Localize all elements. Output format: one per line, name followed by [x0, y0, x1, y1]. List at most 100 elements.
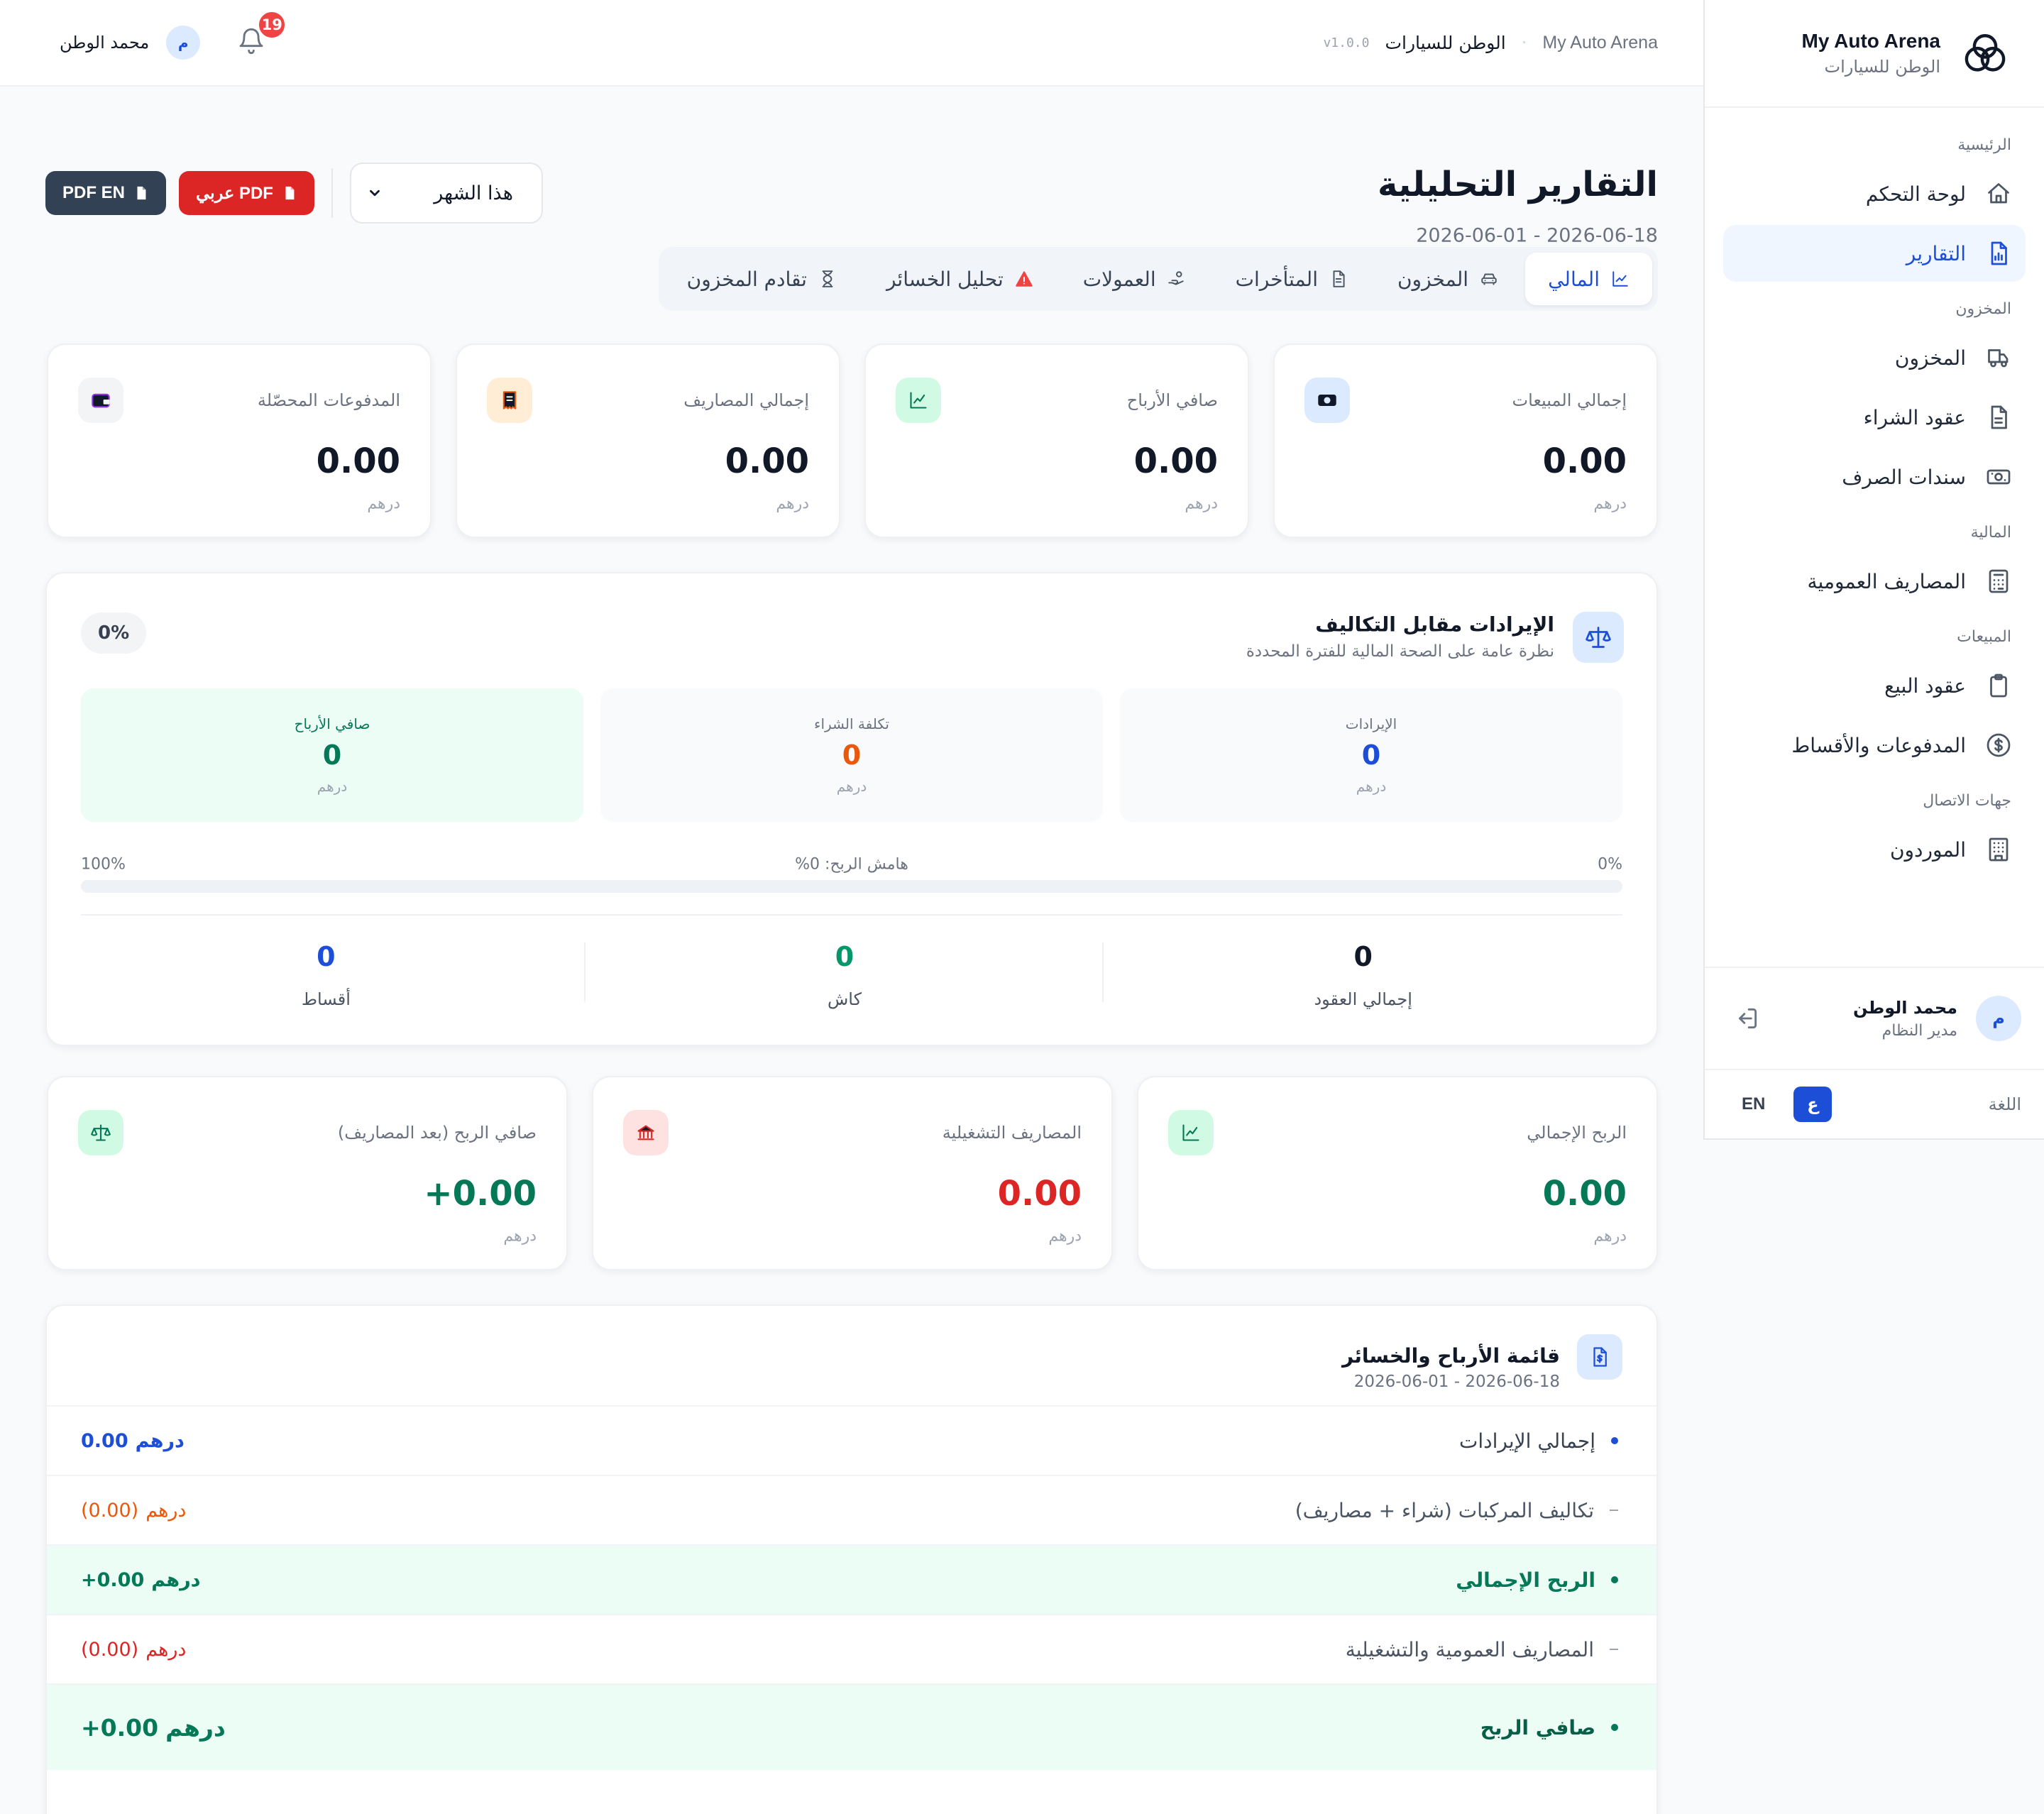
- sidebar-item-label: عقود الشراء: [1863, 405, 1966, 429]
- dash-icon: [1610, 1649, 1618, 1650]
- table-row: الربح الإجمالي درهم +0.00: [47, 1544, 1656, 1614]
- stat-value: +0.00: [424, 1174, 537, 1214]
- margin-label: هامش الربح: 0%: [795, 855, 908, 874]
- sidebar-item-label: المدفوعات والأقساط: [1791, 733, 1966, 757]
- dash-icon: [1610, 1510, 1618, 1511]
- margin-max-label: 100%: [81, 855, 126, 874]
- dollar-icon: [1986, 732, 2011, 758]
- stat-card: إجمالي المصاريف 0.00 درهم: [456, 343, 840, 538]
- sidebar-user: م محمد الوطن مدير النظام: [1705, 967, 2044, 1070]
- profit-card: المصاريف التشغيلية 0.00 درهم: [592, 1076, 1113, 1270]
- stat-card: صافي الأرباح 0.00 درهم: [864, 343, 1249, 538]
- bank-icon: [623, 1110, 669, 1155]
- export-pdf-en-button[interactable]: PDF EN: [45, 171, 167, 215]
- language-arabic-button[interactable]: ع: [1793, 1087, 1833, 1122]
- sidebar-item-home[interactable]: لوحة التحكم: [1723, 165, 2026, 222]
- pdf-icon: [282, 185, 297, 201]
- breadcrumb-app[interactable]: My Auto Arena: [1542, 33, 1658, 53]
- tab-file[interactable]: المتأخرات: [1213, 253, 1370, 305]
- pl-row-amount: درهم (0.00): [81, 1500, 186, 1522]
- revenue-value: 0: [1361, 740, 1381, 771]
- tab-hourglass[interactable]: تقادم المخزون: [664, 253, 859, 305]
- contract-total-label: أقساط: [301, 989, 351, 1009]
- sidebar-item-truck[interactable]: المخزون: [1723, 329, 2026, 386]
- topbar-user[interactable]: م محمد الوطن: [60, 26, 201, 60]
- stat-value: 0.00: [1133, 441, 1218, 481]
- contract-total-value: 0: [835, 941, 855, 972]
- document-icon: [1986, 405, 2011, 430]
- contract-total-label: إجمالي العقود: [1314, 989, 1412, 1009]
- tab-hand-coin[interactable]: العمولات: [1060, 253, 1209, 305]
- table-row: إجمالي الإيرادات درهم 0.00: [47, 1405, 1656, 1475]
- currency-label: درهم: [165, 1713, 226, 1742]
- stat-label: صافي الأرباح: [1126, 390, 1218, 410]
- sidebar-item-building[interactable]: الموردون: [1723, 821, 2026, 878]
- divider: [81, 914, 1622, 916]
- currency-label: درهم: [145, 1499, 187, 1522]
- profit-loss-card: قائمة الأرباح والخسائر 2026-06-18 - 2026…: [45, 1304, 1658, 1814]
- trend-icon: [1168, 1110, 1214, 1155]
- chevron-down-icon: [367, 185, 383, 201]
- language-switcher: اللغة ع EN: [1705, 1070, 2044, 1138]
- avatar[interactable]: م: [1976, 996, 2021, 1041]
- chart-line-icon: [1611, 270, 1630, 288]
- cost-value: 0: [842, 740, 862, 771]
- contract-total-value: 0: [317, 941, 336, 972]
- cash-icon: [1986, 464, 2011, 490]
- tab-warning[interactable]: تحليل الخسائر: [864, 253, 1056, 305]
- sidebar-item-label: المخزون: [1894, 346, 1966, 370]
- sidebar-item-cash[interactable]: سندات الصرف: [1723, 449, 2026, 505]
- revenue-vs-cost-card: الإيرادات مقابل التكاليف نظرة عامة على ا…: [45, 572, 1658, 1046]
- brand-subtitle: الوطن للسيارات: [1824, 57, 1940, 77]
- breadcrumb-company[interactable]: الوطن للسيارات: [1385, 33, 1505, 53]
- stat-value: 0.00: [316, 441, 400, 481]
- stat-label: صافي الربح (بعد المصاريف): [337, 1123, 537, 1143]
- pl-label-group: إجمالي الإيرادات: [1459, 1429, 1618, 1453]
- period-select[interactable]: هذا الشهر: [349, 163, 543, 224]
- pl-label-group: تكاليف المركبات (شراء + مصاريف): [1295, 1499, 1618, 1522]
- notification-count-badge: 19: [257, 10, 287, 40]
- sidebar-item-label: لوحة التحكم: [1865, 182, 1966, 206]
- export-pdf-ar-button[interactable]: PDF عربي: [179, 171, 314, 215]
- sidebar-item-report[interactable]: التقارير: [1723, 225, 2026, 282]
- tab-label: المالي: [1548, 267, 1600, 291]
- brand[interactable]: My Auto Arena الوطن للسيارات: [1705, 0, 2044, 108]
- revenue-vs-cost-subtitle: نظرة عامة على الصحة المالية للفترة المحد…: [1246, 642, 1554, 661]
- profit-value: 0: [322, 740, 342, 771]
- pl-label-group: الربح الإجمالي: [1456, 1568, 1618, 1592]
- sidebar-item-calculator[interactable]: المصاريف العمومية: [1723, 553, 2026, 610]
- stat-value: 0.00: [1542, 441, 1627, 481]
- logout-icon[interactable]: [1733, 1005, 1760, 1032]
- avatar: م: [166, 26, 201, 60]
- notifications-button[interactable]: 19: [237, 10, 287, 58]
- sidebar-item-dollar[interactable]: المدفوعات والأقساط: [1723, 717, 2026, 774]
- stat-card: إجمالي المبيعات 0.00 درهم: [1273, 343, 1658, 538]
- pl-row-amount: درهم +0.00: [81, 1714, 226, 1742]
- pdf-icon: [133, 185, 149, 201]
- language-english-button[interactable]: EN: [1733, 1087, 1774, 1122]
- revenue-vs-cost-title: الإيرادات مقابل التكاليف: [1315, 612, 1554, 637]
- margin-progress-bar: [81, 880, 1622, 893]
- sidebar-item-clipboard[interactable]: عقود البيع: [1723, 657, 2026, 714]
- tab-label: تحليل الخسائر: [886, 267, 1004, 291]
- stat-label: المصاريف التشغيلية: [942, 1123, 1082, 1143]
- pl-row-label: صافي الربح: [1480, 1715, 1595, 1739]
- stat-label: إجمالي المبيعات: [1512, 390, 1627, 410]
- stat-value: 0.00: [1542, 1174, 1627, 1214]
- tab-car[interactable]: المخزون: [1375, 253, 1521, 305]
- sidebar-item-document[interactable]: عقود الشراء: [1723, 389, 2026, 446]
- warning-icon: [1015, 270, 1033, 288]
- currency-label: درهم: [836, 778, 867, 795]
- scale-icon: [78, 1110, 123, 1155]
- contract-total-value: 0: [1353, 941, 1373, 972]
- currency-label: درهم: [317, 778, 348, 795]
- currency-label: درهم: [1048, 1227, 1082, 1246]
- amount-value: (0.00): [81, 1499, 139, 1522]
- export-pdf-en-label: PDF EN: [62, 183, 126, 202]
- tab-chart-line[interactable]: المالي: [1525, 253, 1652, 305]
- page-date-range: 2026-06-18 - 2026-06-01: [1416, 224, 1658, 247]
- hourglass-icon: [818, 270, 837, 288]
- tab-label: المخزون: [1397, 267, 1469, 291]
- profit-card: صافي الربح (بعد المصاريف) +0.00 درهم: [47, 1076, 568, 1270]
- divider: [583, 942, 586, 1002]
